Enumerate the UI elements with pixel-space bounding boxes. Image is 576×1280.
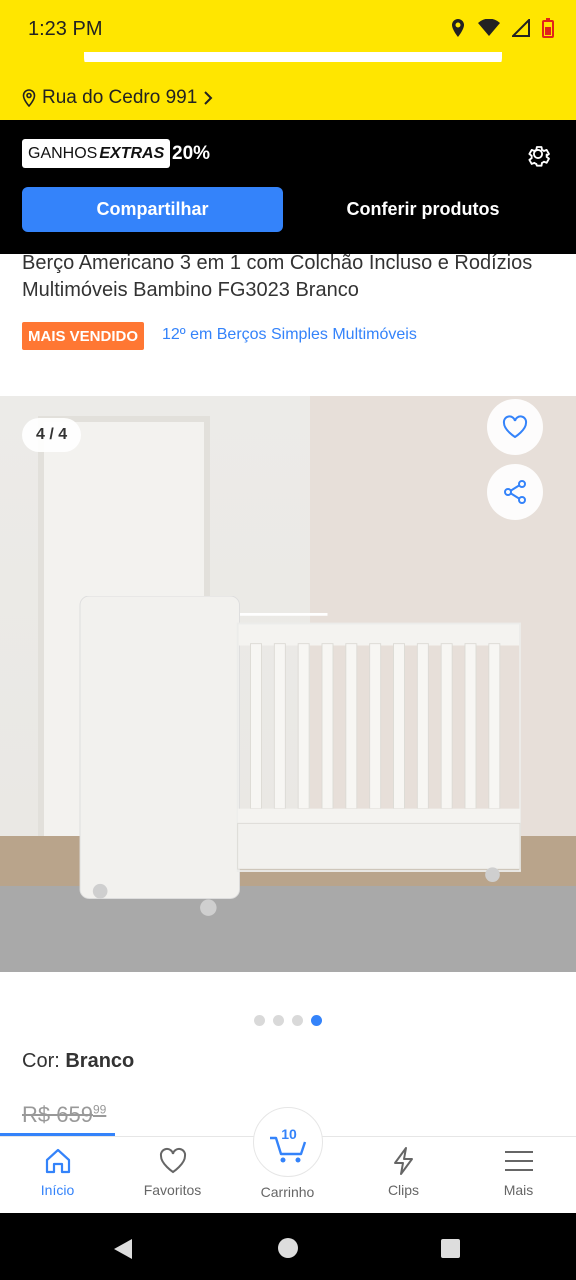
product-image-gallery[interactable]: 4 / 4 (0, 396, 576, 972)
nav-more[interactable]: Mais (461, 1146, 576, 1198)
share-button[interactable]: Compartilhar (22, 187, 283, 232)
home-circle-icon[interactable] (277, 1237, 299, 1259)
nav-cart[interactable]: Carrinho (230, 1184, 345, 1200)
original-price: R$ 65999 (22, 1102, 106, 1128)
carousel-dot[interactable] (254, 1015, 265, 1026)
ranking-link[interactable]: 12º em Berços Simples Multimóveis (162, 326, 417, 344)
color-label: Cor: (22, 1050, 66, 1072)
carousel-indicator (0, 1015, 576, 1026)
battery-icon (542, 18, 554, 38)
earnings-percent: 20% (172, 143, 211, 164)
share-icon (504, 480, 526, 504)
carousel-dot[interactable] (292, 1015, 303, 1026)
wifi-icon (478, 19, 500, 36)
share-image-button[interactable] (487, 464, 543, 520)
heart-icon (502, 415, 528, 439)
carousel-dot-active[interactable] (311, 1015, 322, 1026)
nav-cart-label: Carrinho (260, 1184, 315, 1200)
ganhos-extras-badge: GANHOS EXTRAS (22, 139, 171, 168)
color-selector[interactable]: Cor: Branco (22, 1050, 134, 1073)
badge-prefix: GANHOS (28, 144, 98, 162)
recents-icon[interactable] (440, 1238, 461, 1259)
favorite-button[interactable] (487, 399, 543, 455)
nav-favorites[interactable]: Favoritos (115, 1146, 230, 1198)
status-icons (450, 18, 554, 38)
address-link[interactable]: Rua do Cedro 991 (22, 87, 213, 109)
lightning-icon (393, 1147, 413, 1175)
gear-icon (528, 146, 550, 167)
best-seller-badge: MAIS VENDIDO (22, 322, 145, 350)
nav-clips-label: Clips (387, 1182, 420, 1198)
nav-favorites-label: Favoritos (143, 1182, 202, 1198)
status-time: 1:23 PM (28, 18, 103, 40)
original-price-main: R$ 659 (22, 1102, 93, 1127)
original-price-cents: 99 (92, 1102, 107, 1117)
nav-cart-bubble[interactable]: 10 (253, 1107, 323, 1177)
chevron-right-icon (204, 91, 213, 105)
system-navigation-bar (0, 1213, 576, 1280)
location-pin-icon (22, 89, 36, 107)
color-value: Branco (65, 1050, 135, 1072)
badge-emphasis: EXTRAS (99, 144, 165, 162)
heart-icon (159, 1147, 186, 1174)
cart-count: 10 (281, 1126, 297, 1142)
product-title: Berço Americano 3 em 1 com Colchão Inclu… (22, 252, 533, 301)
nav-clips[interactable]: Clips (346, 1146, 461, 1198)
crib-image (79, 596, 521, 916)
image-counter: 4 / 4 (22, 418, 82, 452)
carousel-dot[interactable] (273, 1015, 284, 1026)
address-text: Rua do Cedro 991 (42, 87, 198, 108)
nav-home-label: Início (40, 1182, 75, 1198)
menu-icon (504, 1151, 533, 1171)
nav-home[interactable]: Início (0, 1146, 115, 1198)
home-icon (45, 1148, 70, 1174)
check-products-button[interactable]: Conferir produtos (300, 187, 546, 232)
nav-more-label: Mais (503, 1182, 534, 1198)
back-icon[interactable] (112, 1237, 134, 1261)
settings-button[interactable] (524, 140, 552, 173)
signal-icon (512, 19, 530, 37)
location-status-icon (452, 19, 464, 37)
